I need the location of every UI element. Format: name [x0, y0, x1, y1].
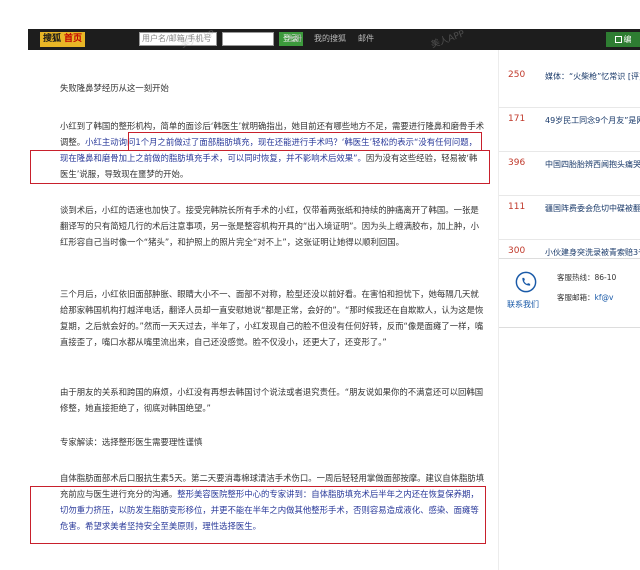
news-item[interactable]: 396 中国四胎胎辨西闻抱头痛哭 [评]	[499, 152, 640, 196]
news-item[interactable]: 171 49岁民工同念9个月友”是网的-搜狐新	[499, 108, 640, 152]
contact-us-link[interactable]: 联系我们	[507, 299, 539, 310]
password-input[interactable]	[222, 32, 274, 46]
red-highlight-box	[30, 150, 490, 184]
edit-button[interactable]: 编	[606, 32, 640, 47]
news-link[interactable]: 49岁民工同念9个月友”是网的-搜狐新	[545, 114, 640, 127]
hotline-value: 86-10	[594, 273, 617, 282]
home-link[interactable]: 首页	[64, 34, 82, 44]
news-item[interactable]: 250 媒体：“火柴枪”忆常识 [评]	[499, 64, 640, 108]
red-highlight-box	[128, 132, 482, 151]
article-paragraph: 三个月后，小红依旧面部肿胀、眼睛大小不一、面部不对称，脸型还没以前好看。在害怕和…	[60, 289, 484, 347]
email-text: 客服邮箱：kf@v	[557, 292, 613, 303]
news-link[interactable]: 中国四胎胎辨西闻抱头痛哭 [评]	[545, 158, 640, 171]
contact-section: 联系我们 客服热线：86-10 客服邮箱：kf@v	[499, 258, 640, 328]
mail-link[interactable]: 邮件	[358, 33, 374, 45]
comment-count: 300	[508, 246, 526, 256]
red-highlight-box	[30, 486, 486, 544]
comment-count: 250	[508, 70, 526, 80]
phone-icon	[515, 271, 537, 293]
section-heading: 专家解读：选择整形医生需要理性谨慎	[60, 437, 203, 447]
my-sohu-link[interactable]: 我的搜狐	[314, 33, 346, 45]
comment-count: 396	[508, 158, 526, 168]
article-paragraph: 谈到术后，小红的语速也加快了。接受完韩院长所有手术的小红，仅带着两张纸和持续的肿…	[60, 205, 480, 247]
hotline-label: 客服热线：	[557, 273, 595, 282]
sohu-logo[interactable]: 搜狐 首页	[40, 32, 86, 47]
news-link[interactable]: 疆国阵费委会危切中碟被翻停-搜狐体育	[545, 202, 640, 215]
register-link[interactable]: 注册	[286, 33, 302, 45]
edit-label: 编	[623, 35, 632, 44]
screenshot-frame: 搜狐 首页 用户名/邮箱/手机号 登录 注册 我的搜狐 邮件 编 美人APP 美人…	[0, 0, 640, 570]
comment-count: 171	[508, 114, 526, 124]
section-heading: 失败隆鼻梦经历从这一刻开始	[60, 83, 169, 93]
top-nav-bar: 搜狐 首页 用户名/邮箱/手机号 登录 注册 我的搜狐 邮件 编	[28, 29, 640, 50]
right-sidebar: 250 媒体：“火柴枪”忆常识 [评] 171 49岁民工同念9个月友”是网的-…	[498, 50, 640, 570]
logo-text: 搜狐	[43, 34, 62, 44]
article-paragraph: 由于朋友的关系和跨国的麻烦，小红没有再想去韩国讨个说法或者退究责任。“朋友说如果…	[60, 387, 484, 413]
news-link[interactable]: 媒体：“火柴枪”忆常识 [评]	[545, 70, 640, 83]
news-item[interactable]: 111 疆国阵费委会危切中碟被翻停-搜狐体育	[499, 196, 640, 240]
article-body: 失败隆鼻梦经历从这一刻开始 小红到了韩国的整形机构，简单的面诊后‘韩医生’就明确…	[30, 50, 490, 570]
comment-count: 111	[508, 202, 526, 212]
email-link[interactable]: kf@v	[595, 293, 614, 302]
hotline-text: 客服热线：86-10	[557, 272, 616, 283]
edit-icon	[614, 36, 622, 43]
email-label: 客服邮箱：	[557, 293, 595, 302]
